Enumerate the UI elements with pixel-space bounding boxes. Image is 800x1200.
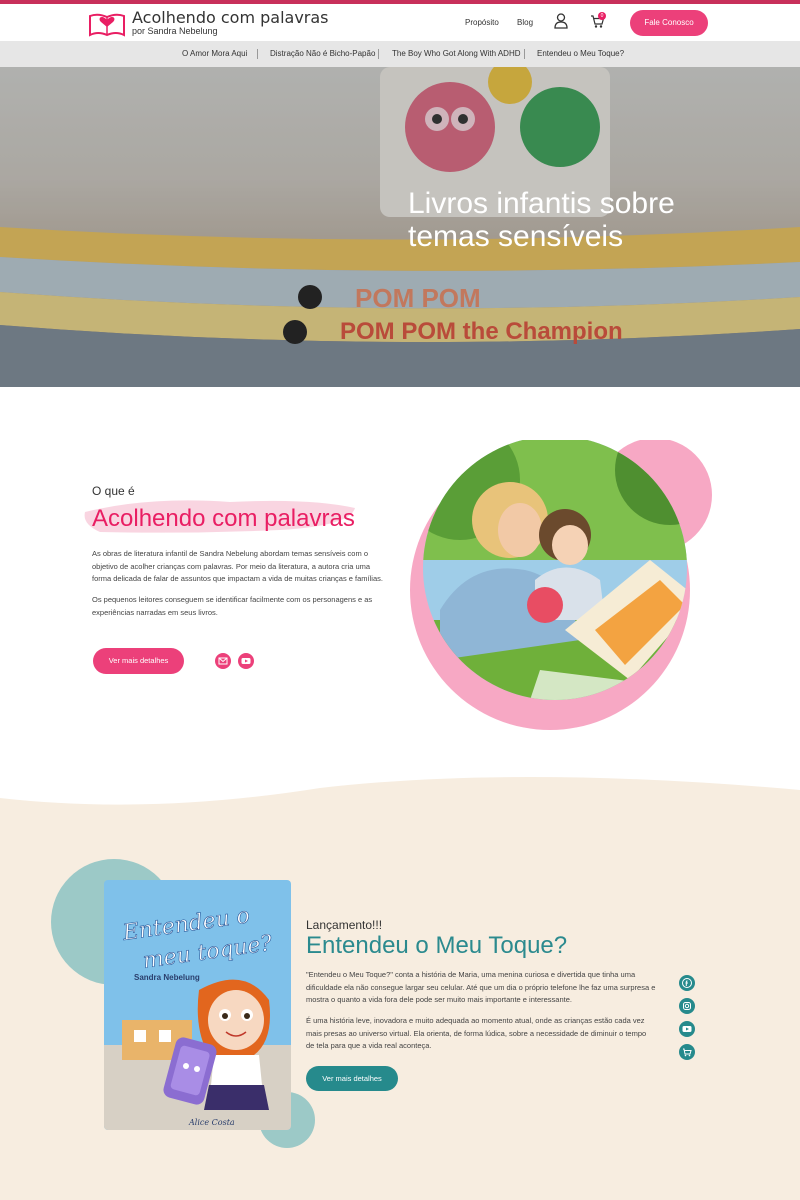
book-cover-entendeu-o-meu-toque[interactable]: Entendeu o meu toque? Sandra Nebelung Al… <box>104 880 291 1130</box>
subnav-item-distracao[interactable]: Distração Não é Bicho-Papão <box>270 49 375 58</box>
logo-subtitle: por Sandra Nebelung <box>132 26 218 36</box>
cart-icon[interactable] <box>679 1044 695 1060</box>
youtube-icon[interactable] <box>679 1021 695 1037</box>
subnav-divider <box>378 49 379 59</box>
hero-banner: POM POM POM POM the Champion Livros infa… <box>0 67 800 387</box>
subnav-divider <box>257 49 258 59</box>
about-paragraph-1: As obras de literatura infantil de Sandr… <box>92 549 383 583</box>
instagram-icon[interactable] <box>679 998 695 1014</box>
book-cover-illustration: Entendeu o meu toque? Sandra Nebelung Al… <box>104 880 291 1130</box>
subnav-item-adhd[interactable]: The Boy Who Got Along With ADHD <box>392 49 521 58</box>
hero-title: Livros infantis sobre temas sensíveis <box>408 187 675 253</box>
about-paragraph-2: Os pequenos leitores conseguem se identi… <box>92 595 373 617</box>
cart-count-badge: 0 <box>598 12 606 20</box>
about-title: Acolhendo com palavras <box>92 505 355 532</box>
nav-link-proposito[interactable]: Propósito <box>465 18 499 27</box>
subnav-item-amor[interactable]: O Amor Mora Aqui <box>182 49 247 58</box>
mother-child-reading-photo <box>410 440 712 730</box>
nav-link-blog[interactable]: Blog <box>517 18 533 27</box>
facebook-icon[interactable] <box>679 975 695 991</box>
cover-illustrator: Alice Costa <box>188 1118 235 1127</box>
release-paragraph-1: "Entendeu o Meu Toque?" conta a história… <box>306 970 656 1004</box>
logo-title: Acolhendo com palavras <box>132 8 329 27</box>
subnav-divider <box>524 49 525 59</box>
release-kicker: Lançamento!!! <box>306 918 383 932</box>
user-account-icon[interactable] <box>554 13 568 29</box>
site-header: Acolhendo com palavras por Sandra Nebelu… <box>0 4 800 41</box>
open-book-heart-icon <box>89 13 125 37</box>
about-kicker: O que é <box>92 484 135 498</box>
about-details-button[interactable]: Ver mais detalhes <box>93 648 184 674</box>
youtube-icon[interactable] <box>238 653 254 669</box>
contact-button[interactable]: Fale Conosco <box>630 10 708 36</box>
email-icon[interactable] <box>215 653 231 669</box>
release-details-button[interactable]: Ver mais detalhes <box>306 1066 398 1091</box>
site-logo[interactable]: Acolhendo com palavras por Sandra Nebelu… <box>88 8 329 37</box>
release-paragraph-2: É uma história leve, inovadora e muito a… <box>306 1016 647 1050</box>
release-title: Entendeu o Meu Toque? <box>306 932 568 959</box>
cover-author: Sandra Nebelung <box>134 973 200 982</box>
book-subnav: O Amor Mora Aqui Distração Não é Bicho-P… <box>0 41 800 67</box>
subnav-item-toque[interactable]: Entendeu o Meu Toque? <box>537 49 624 58</box>
